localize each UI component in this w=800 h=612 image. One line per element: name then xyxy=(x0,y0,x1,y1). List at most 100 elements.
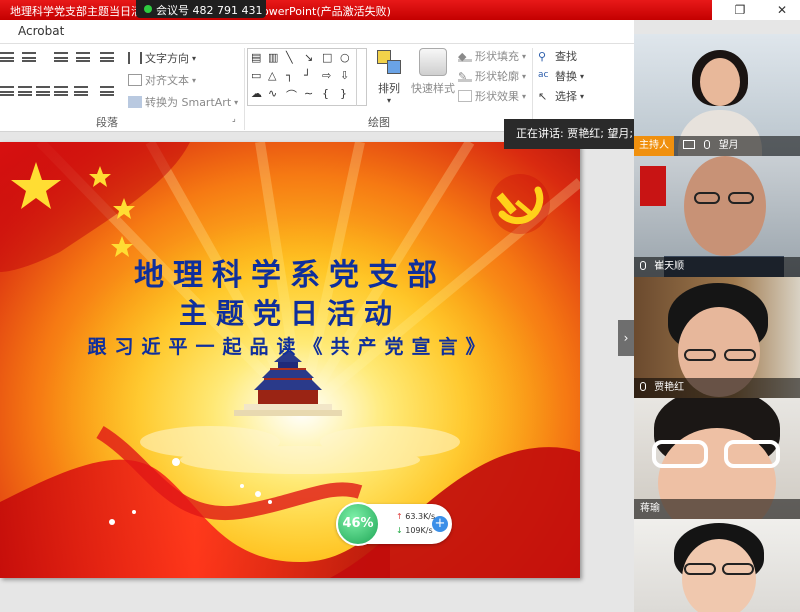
screen: 地理科学党支部主题当日活 owerPoint(产品激活失败) 会议号 482 7… xyxy=(0,0,800,612)
download-speed: ↓ 109K/s xyxy=(396,526,433,535)
close-button[interactable]: ✕ xyxy=(760,0,800,20)
video-panel: 主持人 望月 崔天顺 贾艳红 蒋瑜 xyxy=(634,34,800,612)
curve-shape-icon[interactable]: ⌒ xyxy=(286,87,297,103)
slide-title-line2: 主题党日活动 xyxy=(178,297,401,330)
elbow-arrow-shape-icon[interactable]: ┘ xyxy=(304,69,311,82)
paint-bucket-icon: ◆ xyxy=(458,50,472,63)
video-tile[interactable]: 贾艳红 xyxy=(634,277,800,398)
bullets-button[interactable] xyxy=(0,52,17,62)
align-right-button[interactable] xyxy=(36,86,53,96)
line-shape-icon[interactable]: ╲ xyxy=(286,51,293,64)
align-left-icon xyxy=(0,86,14,96)
microphone-icon xyxy=(640,260,646,270)
memory-usage-indicator[interactable]: 46% xyxy=(336,502,380,546)
video-tile[interactable]: 主持人 望月 xyxy=(634,34,800,156)
numbering-button[interactable] xyxy=(22,52,39,62)
smartart-icon xyxy=(128,96,142,108)
collapse-panel-button[interactable]: › xyxy=(618,320,634,356)
slide-subtitle: 跟习近平一起品读《共产党宣言》 xyxy=(87,336,493,358)
decrease-indent-icon xyxy=(54,52,68,62)
bullets-icon xyxy=(0,52,14,62)
right-brace-shape-icon[interactable]: } xyxy=(340,87,347,100)
numbering-icon xyxy=(22,52,36,62)
down-arrow-shape-icon[interactable]: ⇩ xyxy=(340,69,349,82)
callout-shape-icon[interactable]: ☁ xyxy=(251,87,262,100)
slide[interactable]: 地理科学系党支部 主题党日活动 跟习近平一起品读《共产党宣言》 46% ↑ 63… xyxy=(0,142,580,578)
triangle-shape-icon[interactable]: △ xyxy=(268,69,276,82)
align-center-button[interactable] xyxy=(18,86,35,96)
rounded-rect-shape-icon[interactable]: ▭ xyxy=(251,69,261,82)
columns-icon xyxy=(100,86,114,96)
status-dot-icon xyxy=(144,5,152,13)
shape-fill-button[interactable]: ◆ 形状填充 ▾ xyxy=(458,48,526,64)
align-text-button[interactable]: 对齐文本 ▾ xyxy=(128,72,196,88)
shape-effects-button[interactable]: 形状效果 ▾ xyxy=(458,88,526,104)
download-arrow-icon: ↓ xyxy=(396,526,406,535)
restore-button[interactable]: ❐ xyxy=(718,0,762,20)
microphone-icon xyxy=(640,381,646,391)
align-left-button[interactable] xyxy=(0,86,17,96)
justify-button[interactable] xyxy=(54,86,71,96)
textbox-shape-icon[interactable]: ▤ xyxy=(251,51,261,64)
participant-face xyxy=(700,58,740,106)
left-brace-shape-icon[interactable]: { xyxy=(322,87,329,100)
participant-label: 崔天顺 xyxy=(634,257,800,277)
columns-button[interactable] xyxy=(100,86,117,96)
glasses-icon xyxy=(652,440,708,468)
rectangle-shape-icon[interactable]: □ xyxy=(322,51,332,64)
participant-label: 蒋瑜 xyxy=(634,499,800,519)
find-button[interactable]: ⚲ 查找 xyxy=(538,48,577,64)
distributed-icon xyxy=(74,86,88,96)
host-badge: 主持人 xyxy=(634,136,674,156)
network-speed-widget[interactable]: 46% ↑ 63.3K/s ↓ 109K/s + xyxy=(336,502,452,546)
replace-icon: ac xyxy=(538,70,549,80)
paragraph-launcher-icon[interactable]: ⌟ xyxy=(232,114,236,123)
upload-speed: ↑ 63.3K/s xyxy=(396,512,436,521)
arrange-icon xyxy=(375,48,403,76)
window-title: 地理科学党支部主题当日活 xyxy=(10,5,142,18)
group-separator xyxy=(244,48,245,130)
quick-styles-button[interactable]: 快速样式 xyxy=(408,48,458,96)
replace-button[interactable]: ac 替换 ▾ xyxy=(538,68,584,84)
group-separator xyxy=(532,48,533,130)
gallery-scrollbar[interactable] xyxy=(356,48,367,106)
decrease-indent-button[interactable] xyxy=(54,52,71,62)
binoculars-icon: ⚲ xyxy=(538,50,547,63)
freeform-shape-icon[interactable]: ∿ xyxy=(268,87,277,100)
microphone-icon xyxy=(704,139,711,149)
right-arrow-shape-icon[interactable]: ⇨ xyxy=(322,69,331,82)
participant-face xyxy=(682,539,756,612)
distributed-button[interactable] xyxy=(74,86,91,96)
elbow-connector-shape-icon[interactable]: ┐ xyxy=(286,69,293,82)
arrow-line-shape-icon[interactable]: ↘ xyxy=(304,51,313,64)
participant-name: 蒋瑜 xyxy=(640,503,660,514)
select-button[interactable]: ↖ 选择 ▾ xyxy=(538,88,584,104)
shapes-gallery[interactable]: ▤ ▥ ╲ ↘ □ ○ ▭ △ ┐ ┘ ⇨ ⇩ ☁ ∿ ⌒ ∼ { } xyxy=(247,48,367,106)
flag-icon xyxy=(640,166,666,206)
video-tile[interactable]: 崔天顺 xyxy=(634,156,800,277)
meeting-id: 会议号 482 791 431 xyxy=(156,4,263,17)
arrange-button[interactable]: 排列 ▾ xyxy=(370,48,408,105)
glasses-icon xyxy=(684,563,716,575)
vertical-textbox-shape-icon[interactable]: ▥ xyxy=(268,51,278,64)
participant-label: 主持人 望月 xyxy=(634,136,800,156)
align-text-icon xyxy=(128,74,142,86)
menu-acrobat[interactable]: Acrobat xyxy=(18,24,64,38)
line-spacing-button[interactable] xyxy=(100,52,117,62)
video-tile[interactable]: 蒋瑜 xyxy=(634,398,800,519)
ellipse-shape-icon[interactable]: ○ xyxy=(340,51,350,64)
align-right-icon xyxy=(36,86,50,96)
convert-smartart-button[interactable]: 转换为 SmartArt ▾ xyxy=(128,94,238,110)
align-center-icon xyxy=(18,86,32,96)
video-tile[interactable] xyxy=(634,519,800,612)
shape-outline-button[interactable]: ✎ 形状轮廓 ▾ xyxy=(458,68,526,84)
participant-face xyxy=(684,156,766,256)
text-direction-button[interactable]: 文字方向 ▾ xyxy=(128,50,196,66)
wave-shape-icon[interactable]: ∼ xyxy=(304,87,313,100)
glasses-icon xyxy=(684,349,716,361)
slide-editor: 地理科学系党支部 主题党日活动 跟习近平一起品读《共产党宣言》 46% ↑ 63… xyxy=(0,132,634,612)
party-emblem-icon xyxy=(490,174,550,234)
boost-plus-icon[interactable]: + xyxy=(432,516,448,532)
meeting-id-badge[interactable]: 会议号 482 791 431 xyxy=(136,0,266,18)
increase-indent-button[interactable] xyxy=(76,52,93,62)
